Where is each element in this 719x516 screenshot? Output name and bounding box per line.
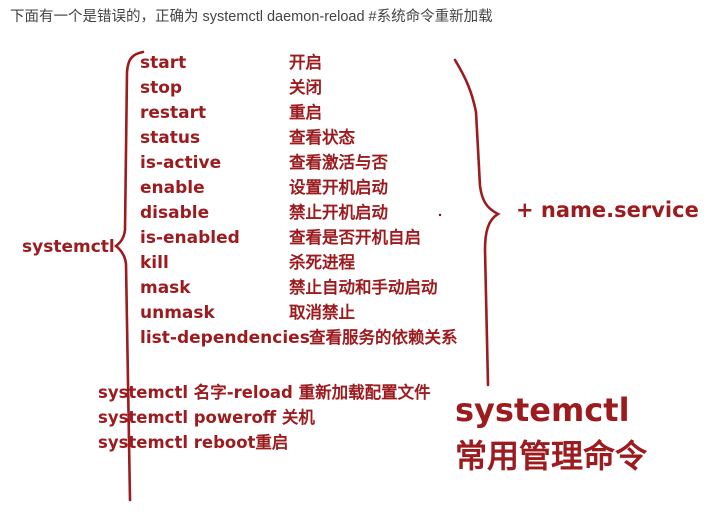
stray-dot	[438, 213, 442, 217]
command-description: 杀死进程	[289, 253, 355, 272]
command-name: is-active	[140, 153, 222, 173]
command-name: disable	[140, 203, 210, 223]
command-description: 取消禁止	[289, 303, 355, 322]
command-description: 查看是否开机自启	[289, 228, 421, 247]
command-description: 关闭	[289, 78, 322, 97]
root-command-label: systemctl	[22, 237, 115, 257]
command-description: 禁止自动和手动启动	[289, 278, 438, 297]
command-description: 查看服务的依赖关系	[309, 328, 458, 347]
command-description: 查看状态	[289, 128, 355, 147]
extra-command-reboot: systemctl reboot重启	[98, 433, 289, 452]
extra-command-poweroff: systemctl poweroff 关机	[98, 408, 315, 427]
command-description: 禁止开机启动	[289, 203, 388, 222]
right-brace	[453, 58, 501, 387]
extra-command-reload: systemctl 名字-reload 重新加载配置文件	[98, 383, 431, 402]
command-name: kill	[140, 253, 169, 273]
command-name: mask	[140, 278, 191, 298]
command-description: 查看激活与否	[289, 153, 388, 172]
command-description: 重启	[289, 103, 322, 122]
big-title-line2: 常用管理命令	[455, 437, 648, 475]
command-name: unmask	[140, 303, 215, 323]
command-description: 设置开机启动	[289, 178, 388, 197]
command-name: stop	[140, 78, 183, 98]
command-description: 开启	[289, 53, 322, 72]
command-name: is-enabled	[140, 228, 240, 248]
command-name: enable	[140, 178, 205, 198]
command-name: status	[140, 128, 201, 148]
command-name: restart	[140, 103, 207, 123]
command-name: list-dependencies	[140, 328, 310, 348]
command-name: start	[140, 53, 187, 73]
service-suffix: + name.service	[516, 198, 699, 222]
big-title-line1: systemctl	[455, 391, 630, 429]
